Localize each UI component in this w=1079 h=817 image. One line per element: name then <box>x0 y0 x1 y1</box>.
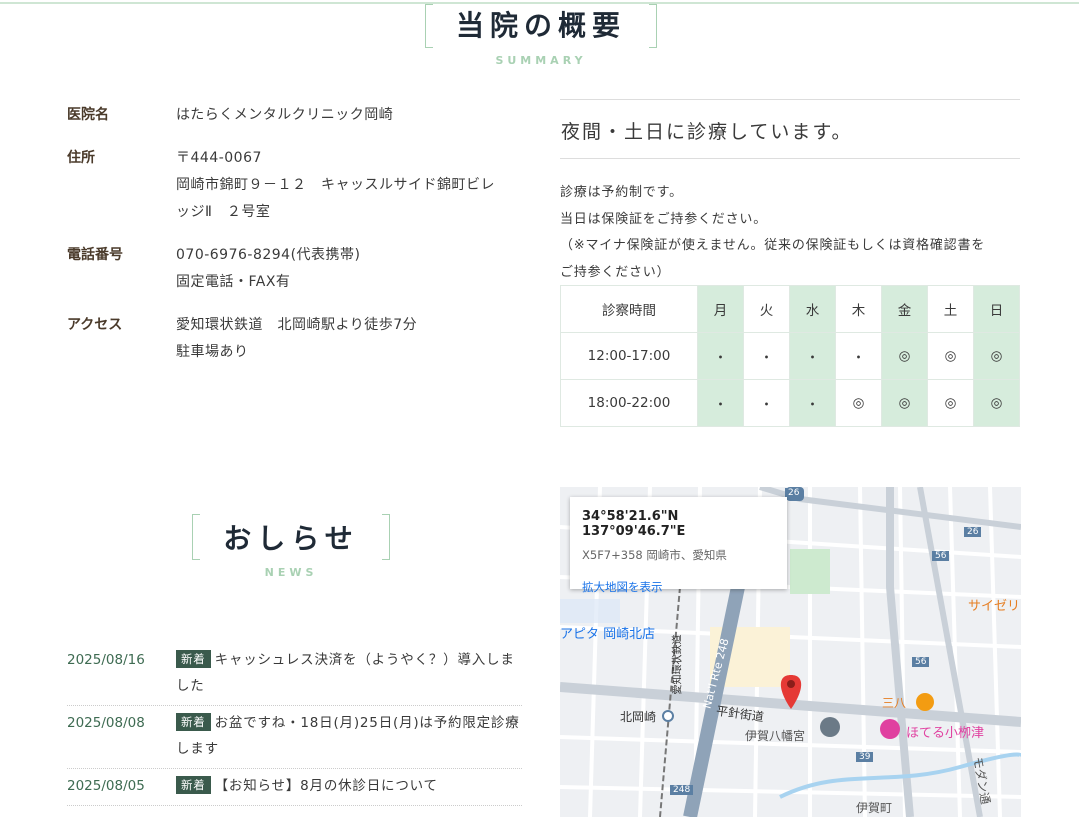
schedule-time: 18:00-22:00 <box>560 379 698 427</box>
news-title: おしらせ <box>223 522 359 555</box>
summary-title: 当院の概要 <box>455 9 626 42</box>
info-row-phone: 電話番号 070-6976-8294(代表携帯) 固定電話・FAX有 <box>67 244 517 296</box>
route-badge-26: 26 <box>964 527 982 537</box>
schedule-cell: ・ <box>743 379 790 427</box>
news-date: 2025/08/16 <box>67 652 145 668</box>
schedule-header-cell: 土 <box>927 285 974 333</box>
google-map[interactable]: アピタ 岡崎北店 北岡崎 平針街道 伊賀八幡宮 三八 ほてる小栁津 伊賀町 サイ… <box>560 487 1021 817</box>
schedule-cell: ・ <box>789 332 836 380</box>
map-label-hotel[interactable]: ほてる小栁津 <box>906 722 984 741</box>
schedule-table: 診察時間 月 火 水 木 金 土 日 12:00-17:00 ・ ・ ・ ・ ◎… <box>560 285 1020 427</box>
schedule-cell: ◎ <box>973 332 1020 380</box>
map-label-town: 伊賀町 <box>856 801 893 815</box>
news-item[interactable]: 2025/08/16 新着 キャッシュレス決済を（ようやく？）導入しました <box>67 643 522 706</box>
zip-code: 〒444-0067 <box>176 150 262 166</box>
map-label-saize[interactable]: サイゼリ <box>968 595 1020 614</box>
info-row-name: 医院名 はたらくメンタルクリニック岡崎 <box>67 104 517 129</box>
access-line1: 愛知環状鉄道 北岡崎駅より徒歩7分 <box>176 317 418 333</box>
schedule-cell: ◎ <box>927 332 974 380</box>
new-badge: 新着 <box>176 650 211 668</box>
access-line2: 駐車場あり <box>176 344 249 360</box>
note-line1: 診療は予約制です。 <box>560 185 683 200</box>
map-coordinates: 34°58'21.6"N 137°09'46.7"E <box>582 509 686 539</box>
map-label-restaurant[interactable]: 三八 <box>882 694 906 711</box>
night-heading: 夜間・土日に診療しています。 <box>561 121 853 143</box>
schedule-cell: ◎ <box>881 332 928 380</box>
summary-subtitle: SUMMARY <box>495 54 587 67</box>
schedule-header-cell: 金 <box>881 285 928 333</box>
access-label: アクセス <box>67 317 123 333</box>
bracket-left <box>192 514 200 560</box>
map-plus-code: X5F7+358 岡崎市、愛知県 <box>582 548 727 562</box>
route-badge-248: 248 <box>670 785 694 795</box>
schedule-header-cell: 日 <box>973 285 1020 333</box>
route-badge-26: 26 <box>785 488 803 498</box>
schedule-cell: ◎ <box>973 379 1020 427</box>
bracket-right <box>649 4 657 48</box>
map-info-card: 34°58'21.6"N 137°09'46.7"E X5F7+358 岡崎市、… <box>570 497 787 594</box>
schedule-header-cell: 火 <box>743 285 790 333</box>
schedule-header-row: 診察時間 月 火 水 木 金 土 日 <box>560 285 1020 333</box>
address-label: 住所 <box>67 150 95 166</box>
schedule-cell: ・ <box>789 379 836 427</box>
schedule-cell: ・ <box>697 379 744 427</box>
news-heading: おしらせ NEWS <box>192 514 390 579</box>
news-item[interactable]: 2025/08/05 新着 【お知らせ】8月の休診日について <box>67 769 522 806</box>
schedule-time: 12:00-17:00 <box>560 332 698 380</box>
phone-label: 電話番号 <box>67 247 123 263</box>
news-text[interactable]: キャッシュレス決済を（ようやく？）導入しました <box>176 652 515 694</box>
route-badge-56: 56 <box>932 551 950 561</box>
schedule-header-cell: 水 <box>789 285 836 333</box>
map-label-station[interactable]: 北岡崎 <box>620 708 656 725</box>
news-text[interactable]: 【お知らせ】8月の休診日について <box>215 778 438 794</box>
bracket-right <box>382 514 390 560</box>
news-link[interactable]: 新着 キャッシュレス決済を（ようやく？）導入しました <box>176 647 522 699</box>
news-text[interactable]: お盆ですね・18日(月)25日(月)は予約限定診療します <box>176 715 520 757</box>
address-line1: 岡崎市錦町９－１２ キャッスルサイド錦町ビレ <box>176 177 495 193</box>
schedule-row: 18:00-22:00 ・ ・ ・ ◎ ◎ ◎ ◎ <box>560 379 1020 427</box>
news-list: 2025/08/16 新着 キャッシュレス決済を（ようやく？）導入しました 202… <box>67 643 522 806</box>
bracket-left <box>425 4 433 48</box>
address-line2: ッジⅡ ２号室 <box>176 204 271 220</box>
schedule-row: 12:00-17:00 ・ ・ ・ ・ ◎ ◎ ◎ <box>560 332 1020 380</box>
phone-note: 固定電話・FAX有 <box>176 274 291 290</box>
schedule-header-cell: 月 <box>697 285 744 333</box>
clinic-name: はたらくメンタルクリニック岡崎 <box>176 107 394 123</box>
news-date: 2025/08/05 <box>67 778 145 794</box>
view-larger-map-link[interactable]: 拡大地図を表示 <box>582 579 775 595</box>
map-label-shrine[interactable]: 伊賀八幡宮 <box>745 727 805 744</box>
route-badge-56: 56 <box>912 657 930 667</box>
schedule-cell: ・ <box>743 332 790 380</box>
info-row-access: アクセス 愛知環状鉄道 北岡崎駅より徒歩7分 駐車場あり <box>67 314 517 366</box>
schedule-cell: ◎ <box>927 379 974 427</box>
map-label-railway: 愛知環状鉄道 <box>672 634 684 695</box>
news-subtitle: NEWS <box>264 566 318 579</box>
clinic-info: 医院名 はたらくメンタルクリニック岡崎 住所 〒444-0067 岡崎市錦町９－… <box>67 104 517 384</box>
schedule-cell: ・ <box>835 332 882 380</box>
summary-heading: 当院の概要 SUMMARY <box>425 4 657 67</box>
map-label-apita[interactable]: アピタ 岡崎北店 <box>560 623 655 642</box>
news-link[interactable]: 新着 お盆ですね・18日(月)25日(月)は予約限定診療します <box>176 710 522 762</box>
schedule-header-cell: 木 <box>835 285 882 333</box>
night-banner: 夜間・土日に診療しています。 <box>560 99 1020 159</box>
note-line2: 当日は保険証をご持参ください。 <box>560 211 768 227</box>
schedule-header-cell: 診察時間 <box>560 285 698 333</box>
reservation-notes: 診療は予約制です。 当日は保険証をご持参ください。 （※マイナ保険証が使えません… <box>560 180 1025 286</box>
name-label: 医院名 <box>67 107 109 123</box>
info-row-address: 住所 〒444-0067 岡崎市錦町９－１２ キャッスルサイド錦町ビレ ッジⅡ … <box>67 147 517 226</box>
news-item[interactable]: 2025/08/08 新着 お盆ですね・18日(月)25日(月)は予約限定診療しま… <box>67 706 522 769</box>
schedule-cell: ◎ <box>835 379 882 427</box>
route-badge-39: 39 <box>856 752 874 762</box>
schedule-cell: ・ <box>697 332 744 380</box>
new-badge: 新着 <box>176 776 211 794</box>
schedule-cell: ◎ <box>881 379 928 427</box>
note-line3: （※マイナ保険証が使えません。従来の保険証もしくは資格確認書を <box>560 238 986 253</box>
note-line4: ご持参ください） <box>560 264 671 280</box>
phone-number: 070-6976-8294(代表携帯) <box>176 247 361 263</box>
news-date: 2025/08/08 <box>67 715 145 731</box>
news-link[interactable]: 新着 【お知らせ】8月の休診日について <box>176 773 522 799</box>
new-badge: 新着 <box>176 713 211 731</box>
